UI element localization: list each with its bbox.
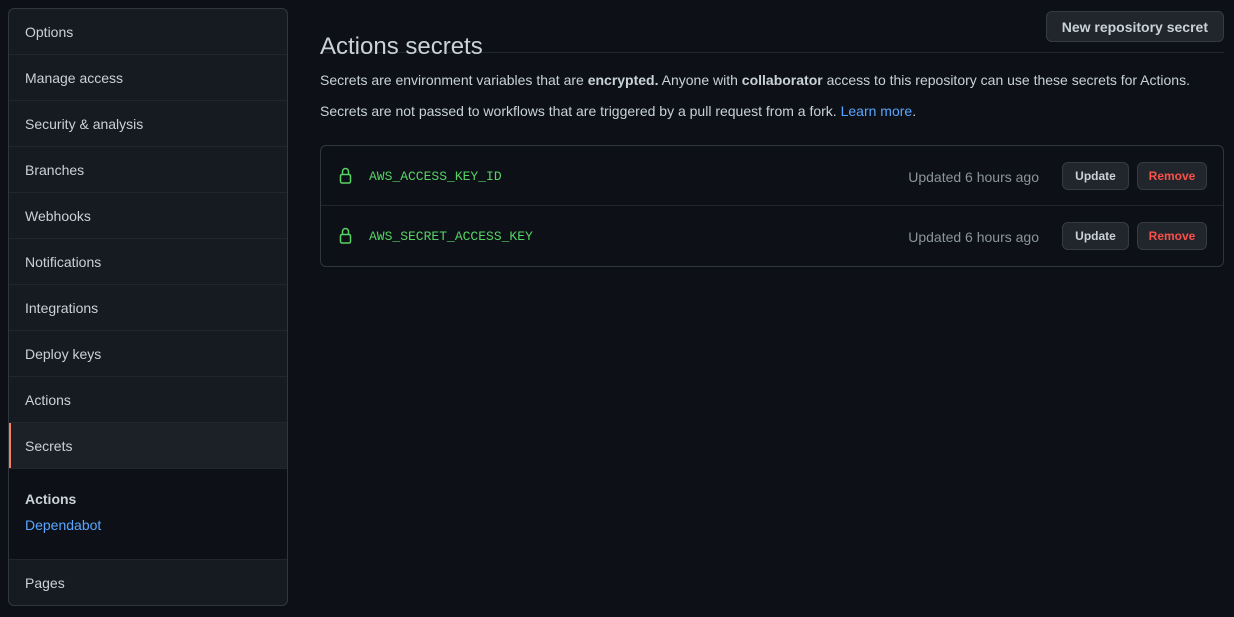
description-fork: Secrets are not passed to workflows that… — [320, 103, 916, 119]
desc-text: Secrets are not passed to workflows that… — [320, 103, 841, 119]
desc-bold-encrypted: encrypted. — [587, 72, 659, 88]
secret-name: AWS_ACCESS_KEY_ID — [369, 169, 502, 184]
sidebar-item-actions[interactable]: Actions — [9, 377, 287, 423]
sidebar-item-branches[interactable]: Branches — [9, 147, 287, 193]
settings-sidebar: Options Manage access Security & analysi… — [8, 8, 288, 606]
new-repository-secret-button[interactable]: New repository secret — [1045, 11, 1224, 42]
update-secret-button[interactable]: Update — [1062, 162, 1129, 190]
secret-row: AWS_ACCESS_KEY_ID Updated 6 hours ago Up… — [321, 146, 1223, 206]
desc-bold-collaborator: collaborator — [741, 72, 823, 88]
remove-secret-button[interactable]: Remove — [1137, 162, 1207, 190]
sidebar-item-deploy-keys[interactable]: Deploy keys — [9, 331, 287, 377]
update-secret-button[interactable]: Update — [1062, 222, 1129, 250]
lock-icon — [339, 167, 352, 184]
sidebar-item-pages[interactable]: Pages — [9, 560, 287, 605]
sidebar-sub-link-dependabot[interactable]: Dependabot — [25, 517, 101, 533]
sidebar-item-options[interactable]: Options — [9, 9, 287, 55]
desc-text: Anyone with — [658, 72, 742, 88]
main-content: Actions secrets New repository secret Se… — [320, 0, 1224, 267]
secret-name: AWS_SECRET_ACCESS_KEY — [369, 229, 533, 244]
page-header: Actions secrets New repository secret — [320, 0, 1224, 60]
secret-updated-time: Updated 6 hours ago — [908, 229, 1039, 245]
sidebar-item-manage-access[interactable]: Manage access — [9, 55, 287, 101]
description-encrypted: Secrets are environment variables that a… — [320, 72, 1190, 88]
learn-more-link[interactable]: Learn more — [841, 103, 913, 119]
secret-row: AWS_SECRET_ACCESS_KEY Updated 6 hours ag… — [321, 206, 1223, 266]
sidebar-item-webhooks[interactable]: Webhooks — [9, 193, 287, 239]
desc-text: access to this repository can use these … — [822, 72, 1190, 88]
sidebar-item-secrets[interactable]: Secrets — [9, 423, 287, 469]
remove-secret-button[interactable]: Remove — [1137, 222, 1207, 250]
secret-updated-time: Updated 6 hours ago — [908, 169, 1039, 185]
page-title: Actions secrets — [320, 32, 483, 60]
sidebar-item-integrations[interactable]: Integrations — [9, 285, 287, 331]
desc-text: . — [912, 103, 917, 119]
sidebar-item-notifications[interactable]: Notifications — [9, 239, 287, 285]
secrets-list: AWS_ACCESS_KEY_ID Updated 6 hours ago Up… — [320, 145, 1224, 267]
sidebar-secrets-subsection: Actions Dependabot — [9, 469, 287, 560]
lock-icon — [339, 227, 352, 244]
sidebar-item-security-analysis[interactable]: Security & analysis — [9, 101, 287, 147]
sidebar-sub-heading-actions[interactable]: Actions — [25, 491, 271, 507]
desc-text: Secrets are environment variables that a… — [320, 72, 588, 88]
